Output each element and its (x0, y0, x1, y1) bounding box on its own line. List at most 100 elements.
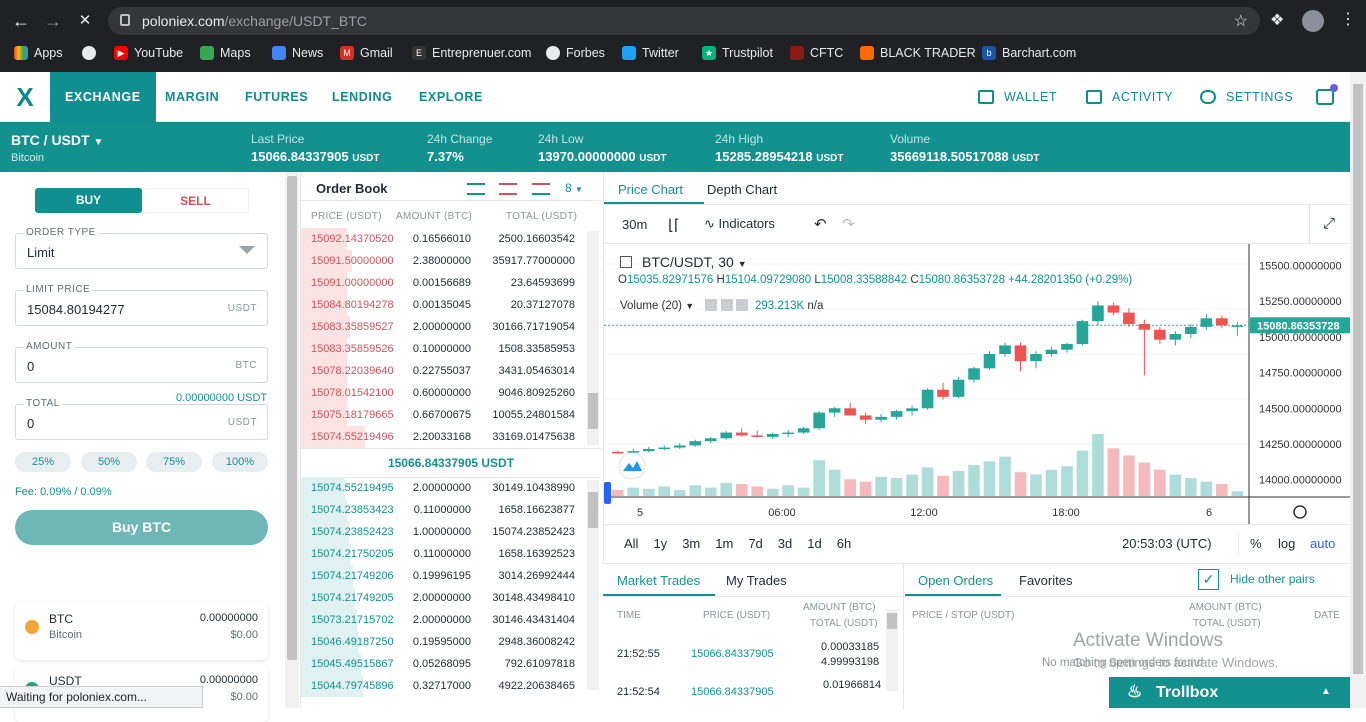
address-bar[interactable]: poloniex.com/exchange/USDT_BTC ☆ (108, 7, 1260, 35)
tab-favorites[interactable]: Favorites (1019, 573, 1072, 588)
range-button-6[interactable]: 1d (807, 536, 821, 551)
bid-row[interactable]: 15074.21749205 2.00000000 30148.43498410 (301, 587, 587, 609)
close-icon[interactable] (735, 299, 748, 311)
ask-row[interactable]: 15091.00000000 0.00156689 23.64593699 (301, 272, 587, 294)
depth-select[interactable]: 8 ▼ (565, 181, 583, 195)
redo-icon[interactable]: ↷ (842, 215, 855, 233)
candle-type-icon[interactable]: ⌊⌈ (668, 216, 680, 234)
ask-row[interactable]: 15074.55219496 2.20033168 33169.01475638 (301, 426, 587, 448)
tradingview-logo-icon[interactable] (618, 452, 646, 480)
tab-depth-chart[interactable]: Depth Chart (707, 182, 777, 197)
ask-row[interactable]: 15075.18179665 0.66700675 10055.24801584 (301, 404, 587, 426)
profile-avatar[interactable] (1302, 10, 1324, 32)
ask-row[interactable]: 15078.01542100 0.60000000 9046.80925260 (301, 382, 587, 404)
view-bids-icon[interactable] (532, 183, 550, 195)
bid-row[interactable]: 15046.49187250 0.19595000 2948.36008242 (301, 631, 587, 653)
range-button-3[interactable]: 1m (715, 536, 733, 551)
log-toggle[interactable]: log (1278, 536, 1295, 551)
amount-field[interactable]: AMOUNT 0 BTC (15, 341, 268, 383)
bookmark-maps[interactable]: Maps (200, 44, 251, 62)
bookmark-barchart[interactable]: b Barchart.com (982, 44, 1076, 62)
tab-margin[interactable]: MARGIN (165, 72, 219, 122)
interval-select[interactable]: 30m (622, 217, 647, 232)
bookmark-trustpilot[interactable]: ★ Trustpilot (702, 44, 773, 62)
undo-icon[interactable]: ↶ (814, 215, 827, 233)
fullscreen-button[interactable]: ⤢ (1309, 205, 1351, 243)
nav-wallet[interactable]: WALLET (978, 72, 1057, 122)
back-icon[interactable]: ← (8, 8, 34, 34)
bid-row[interactable]: 15074.55219495 2.00000000 30149.10438990 (301, 477, 587, 499)
bid-row[interactable]: 15073.21715702 2.00000000 30146.43431404 (301, 609, 587, 631)
indicators-button[interactable]: ∿ Indicators (704, 216, 775, 232)
tab-explore[interactable]: EXPLORE (419, 72, 483, 122)
view-both-icon[interactable] (467, 183, 485, 195)
total-field[interactable]: TOTAL 0 USDT (15, 398, 268, 440)
ask-row[interactable]: 15078.22039640 0.22755037 3431.05463014 (301, 360, 587, 382)
range-button-4[interactable]: 7d (748, 536, 762, 551)
bookmark-apps[interactable]: Apps (14, 44, 63, 62)
sell-tab[interactable]: SELL (142, 188, 249, 213)
page-scrollbar[interactable] (1350, 72, 1366, 708)
bids-scrollbar[interactable] (587, 480, 599, 690)
nav-settings[interactable]: SETTINGS (1200, 72, 1293, 122)
volume-study-label[interactable]: Volume (20) (620, 300, 682, 312)
left-panel-scrollbar[interactable] (285, 172, 299, 708)
scroll-thumb[interactable] (287, 176, 297, 660)
pct-100-button[interactable]: 100% (212, 452, 268, 472)
trollbox-button[interactable]: ♨ Trollbox ▲ (1109, 677, 1350, 708)
extensions-icon[interactable]: ❖ (1270, 10, 1284, 30)
limit-price-field[interactable]: LIMIT PRICE 15084.80194277 USDT (15, 284, 268, 326)
range-button-2[interactable]: 3m (682, 536, 700, 551)
ask-row[interactable]: 15091.50000000 2.38000000 35917.77000000 (301, 250, 587, 272)
ask-row[interactable]: 15083.35859527 2.00000000 30166.71719054 (301, 316, 587, 338)
axis-settings-icon[interactable] (1293, 505, 1307, 519)
scroll-thumb[interactable] (1353, 84, 1363, 674)
balance-card-btc[interactable]: BTC Bitcoin 0.00000000 $0.00 (15, 602, 268, 660)
forward-icon[interactable]: → (40, 8, 66, 34)
buy-btc-button[interactable]: Buy BTC (15, 510, 268, 545)
scroll-thumb[interactable] (887, 613, 897, 629)
order-type-select[interactable]: ORDER TYPE Limit (15, 227, 268, 269)
bookmark-youtube[interactable]: ▶ YouTube (114, 44, 183, 62)
bookmark-twitter[interactable]: Twitter (622, 44, 679, 62)
range-button-0[interactable]: All (624, 536, 638, 551)
buy-tab[interactable]: BUY (35, 188, 142, 213)
bookmark-gmail[interactable]: M Gmail (340, 44, 393, 62)
tab-price-chart[interactable]: Price Chart (604, 172, 704, 204)
stop-loading-icon[interactable]: ✕ (72, 8, 98, 34)
ask-row[interactable]: 15083.35859526 0.10000000 1508.33585953 (301, 338, 587, 360)
percent-toggle[interactable]: % (1250, 536, 1262, 551)
ask-row[interactable]: 15092.14370520 0.16566010 2500.16603542 (301, 228, 587, 250)
range-button-7[interactable]: 6h (837, 536, 851, 551)
bookmark-cftc[interactable]: CFTC (790, 44, 843, 62)
bid-row[interactable]: 15074.21750205 0.11000000 1658.16392523 (301, 543, 587, 565)
bid-row[interactable]: 15074.23853423 0.11000000 1658.16623877 (301, 499, 587, 521)
bid-row[interactable]: 15074.21749206 0.19996195 3014.26992444 (301, 565, 587, 587)
pct-50-button[interactable]: 50% (81, 452, 137, 472)
gear-icon[interactable] (720, 299, 733, 311)
pct-75-button[interactable]: 75% (146, 452, 202, 472)
view-asks-icon[interactable] (499, 183, 517, 195)
ask-row[interactable]: 15084.80194278 0.00135045 20.37127078 (301, 294, 587, 316)
tab-lending[interactable]: LENDING (332, 72, 392, 122)
poloniex-logo-icon[interactable]: X (0, 72, 50, 122)
total-available[interactable]: 0.00000000 USDT (176, 392, 267, 404)
tab-my-trades[interactable]: My Trades (726, 573, 787, 588)
range-button-1[interactable]: 1y (653, 536, 667, 551)
tab-exchange[interactable]: EXCHANGE (50, 72, 156, 122)
scroll-thumb[interactable] (588, 393, 598, 429)
pct-25-button[interactable]: 25% (15, 452, 71, 472)
bid-row[interactable]: 15044.79745896 0.32717000 4922.20638465 (301, 675, 587, 697)
bid-row[interactable]: 15074.23852423 1.00000000 15074.23852423 (301, 521, 587, 543)
bookmark-blacktrader[interactable]: BLACK TRADER (860, 44, 976, 62)
star-icon[interactable]: ☆ (1234, 11, 1248, 31)
trades-scrollbar[interactable] (886, 609, 898, 691)
browser-menu-icon[interactable]: ⋮ (1340, 9, 1356, 29)
bookmark-news[interactable]: News (272, 44, 323, 62)
bookmark-globe[interactable] (82, 44, 96, 62)
eye-icon[interactable] (705, 299, 718, 311)
scroll-thumb[interactable] (588, 492, 598, 528)
range-button-5[interactable]: 3d (778, 536, 792, 551)
asks-scrollbar[interactable] (587, 231, 599, 445)
hide-pairs-label[interactable]: Hide other pairs (1230, 572, 1315, 586)
